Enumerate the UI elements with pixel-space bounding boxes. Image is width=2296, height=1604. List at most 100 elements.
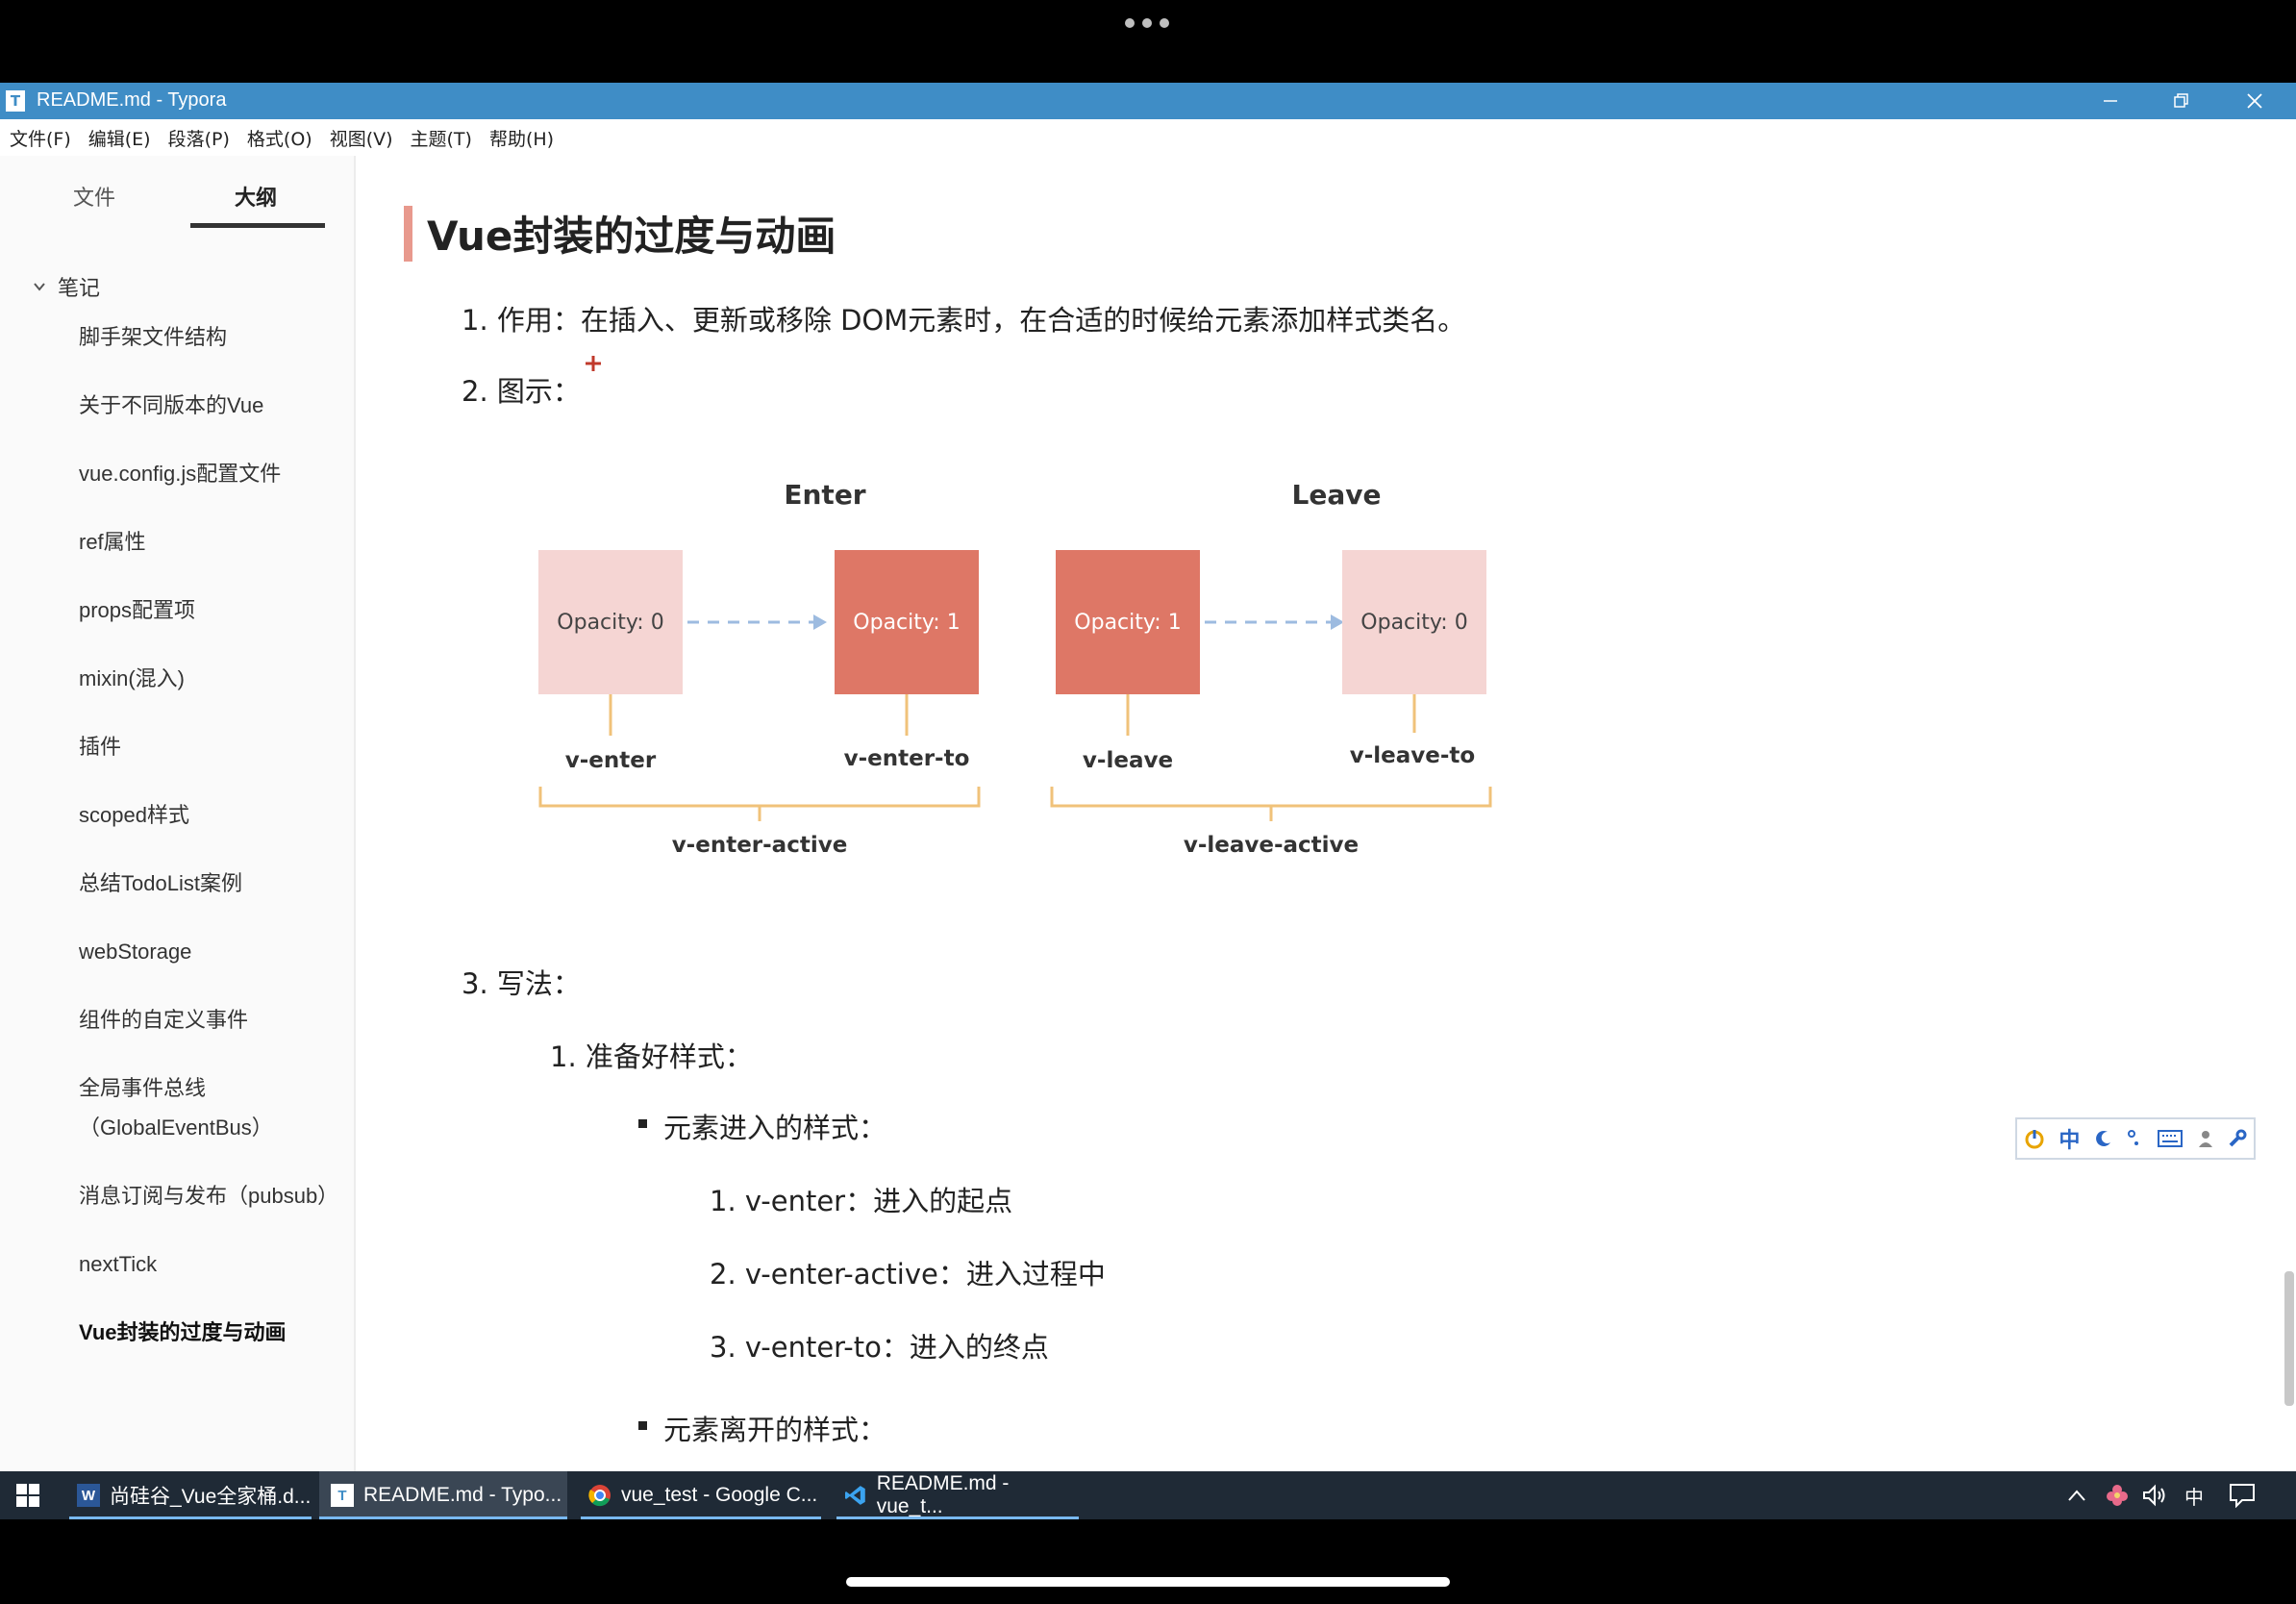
ime-toolbar[interactable]: 中 <box>2015 1117 2256 1160</box>
chevron-down-icon <box>34 283 45 291</box>
word-icon: W <box>77 1484 100 1507</box>
user-icon[interactable] <box>2197 1129 2214 1148</box>
restore-icon <box>2174 93 2188 108</box>
menu-theme[interactable]: 主题(T) <box>411 125 472 151</box>
status-dots <box>1125 15 1173 31</box>
window-title: README.md - Typora <box>37 89 227 111</box>
outline-root-label: 笔记 <box>58 277 101 301</box>
typora-icon: T <box>6 90 25 112</box>
taskbar-item-word[interactable]: W 尚硅谷_Vue全家桶.d... <box>69 1471 312 1519</box>
menu-file[interactable]: 文件(F) <box>10 125 71 151</box>
input-language-indicator[interactable]: 中 <box>2184 1471 2204 1519</box>
flower-icon <box>2107 1485 2128 1506</box>
outline-item[interactable]: scoped样式 <box>79 795 338 835</box>
outline-item[interactable]: vue.config.js配置文件 <box>79 454 338 493</box>
outline-item[interactable]: props配置项 <box>79 590 338 630</box>
transition-diagram: Enter Leave Opacity: 0 Opacity: 1 Opacit… <box>538 479 1492 858</box>
taskbar-item-indicator <box>319 1516 567 1519</box>
scrollbar-thumb[interactable] <box>2284 1271 2294 1406</box>
bullet-marker <box>638 1119 647 1128</box>
outline-item[interactable]: 消息订阅与发布（pubsub） <box>79 1176 338 1216</box>
outline-item[interactable]: webStorage <box>79 932 338 971</box>
restore-button[interactable] <box>2148 83 2215 119</box>
menu-paragraph[interactable]: 段落(P) <box>168 125 230 151</box>
taskbar-item-indicator <box>69 1516 312 1519</box>
taskbar-item-label: vue_test - Google C... <box>621 1484 818 1506</box>
sublist-item-1: 1. 准备好样式： <box>550 1040 753 1073</box>
outline-item[interactable]: 组件的自定义事件 <box>79 1000 338 1040</box>
leave-arrowhead <box>1331 614 1344 630</box>
v-enter-active-label: v-enter-active <box>672 833 848 858</box>
taskbar-item-indicator <box>581 1516 821 1519</box>
bullet-enter-styles: 元素进入的样式： <box>663 1112 887 1144</box>
outline-item[interactable]: 插件 <box>79 727 338 766</box>
taskbar-item-vscode[interactable]: README.md - vue_t... <box>836 1471 1079 1519</box>
taskbar-item-label: README.md - vue_t... <box>876 1472 1010 1517</box>
windows-icon <box>16 1484 39 1507</box>
outline-item[interactable]: mixin(混入) <box>79 659 338 698</box>
bullet-leave-styles: 元素离开的样式： <box>663 1414 887 1446</box>
wrench-icon[interactable] <box>2228 1129 2247 1148</box>
doc-heading: Vue封装的过度与动画 <box>427 213 836 260</box>
sidebar: 文件 大纲 笔记 脚手架文件结构 关于不同版本的Vue vue.config.j… <box>0 156 356 1471</box>
list-item-2: 2. 图示： <box>462 375 581 408</box>
leave-active-bracket <box>1050 787 1492 808</box>
tray-app-icon[interactable] <box>2106 1471 2129 1519</box>
outline-item[interactable]: nextTick <box>79 1244 338 1284</box>
enter-start-box-label: Opacity: 0 <box>557 611 663 635</box>
heading-accent-bar <box>404 206 412 262</box>
tab-outline[interactable]: 大纲 <box>235 181 277 212</box>
volume-button[interactable] <box>2142 1471 2167 1519</box>
menu-format[interactable]: 格式(O) <box>247 125 312 151</box>
leave-start-box-label: Opacity: 1 <box>1074 611 1181 635</box>
power-icon[interactable] <box>2024 1128 2045 1149</box>
v-enter-to-label: v-enter-to <box>844 746 970 771</box>
taskbar-item-typora[interactable]: T README.md - Typo... <box>319 1471 567 1519</box>
tab-files[interactable]: 文件 <box>73 181 115 212</box>
active-tab-indicator <box>190 223 325 228</box>
chevron-up-icon <box>2068 1490 2085 1501</box>
ime-mode-label[interactable]: 中 <box>2059 1123 2080 1154</box>
outline-list: 脚手架文件结构 关于不同版本的Vue vue.config.js配置文件 ref… <box>79 317 338 1381</box>
moon-icon[interactable] <box>2094 1129 2113 1148</box>
enter-style-item: 3. v-enter-to：进入的终点 <box>710 1331 1049 1364</box>
tray-overflow-button[interactable] <box>2067 1471 2086 1519</box>
start-button[interactable] <box>0 1471 56 1519</box>
outline-item-active[interactable]: Vue封装的过度与动画 <box>79 1313 338 1352</box>
v-leave-label: v-leave <box>1083 748 1173 773</box>
outline-item[interactable]: 脚手架文件结构 <box>79 317 338 357</box>
enter-active-bracket <box>538 787 981 808</box>
taskbar-item-chrome[interactable]: vue_test - Google C... <box>581 1471 821 1519</box>
close-icon <box>2247 93 2262 109</box>
chrome-icon <box>588 1485 611 1507</box>
taskbar-item-indicator <box>836 1516 1079 1519</box>
keyboard-icon[interactable] <box>2158 1130 2184 1147</box>
speaker-icon <box>2143 1484 2165 1507</box>
punctuation-icon[interactable] <box>2127 1129 2144 1148</box>
menu-bar: 文件(F) 编辑(E) 段落(P) 格式(O) 视图(V) 主题(T) 帮助(H… <box>0 119 2296 156</box>
plus-icon <box>586 356 601 371</box>
home-indicator[interactable] <box>846 1577 1450 1587</box>
outline-root[interactable]: 笔记 <box>33 271 100 302</box>
taskbar-item-label: README.md - Typo... <box>363 1484 562 1506</box>
sidebar-tabs: 文件 大纲 <box>0 156 354 233</box>
leave-end-box-label: Opacity: 0 <box>1360 611 1467 635</box>
notification-button[interactable] <box>2229 1471 2256 1519</box>
menu-help[interactable]: 帮助(H) <box>489 125 554 151</box>
editor-content[interactable]: Vue封装的过度与动画 1. 作用：在插入、更新或移除 DOM元素时，在合适的时… <box>356 156 2296 1471</box>
outline-item[interactable]: 关于不同版本的Vue <box>79 386 338 425</box>
minimize-button[interactable] <box>2077 83 2144 119</box>
close-button[interactable] <box>2221 83 2288 119</box>
enter-arrowhead <box>813 614 827 630</box>
outline-item[interactable]: 总结TodoList案例 <box>79 864 338 903</box>
outline-item[interactable]: ref属性 <box>79 522 338 562</box>
vscode-icon <box>844 1486 865 1505</box>
minimize-icon <box>2104 100 2117 102</box>
menu-view[interactable]: 视图(V) <box>330 125 393 151</box>
outline-item[interactable]: 全局事件总线（GlobalEventBus） <box>79 1068 338 1147</box>
enter-title: Enter <box>784 479 865 511</box>
menu-edit[interactable]: 编辑(E) <box>88 125 151 151</box>
enter-end-box-label: Opacity: 1 <box>853 611 960 635</box>
enter-style-item: 2. v-enter-active：进入过程中 <box>710 1258 1106 1291</box>
v-leave-active-label: v-leave-active <box>1184 833 1359 858</box>
